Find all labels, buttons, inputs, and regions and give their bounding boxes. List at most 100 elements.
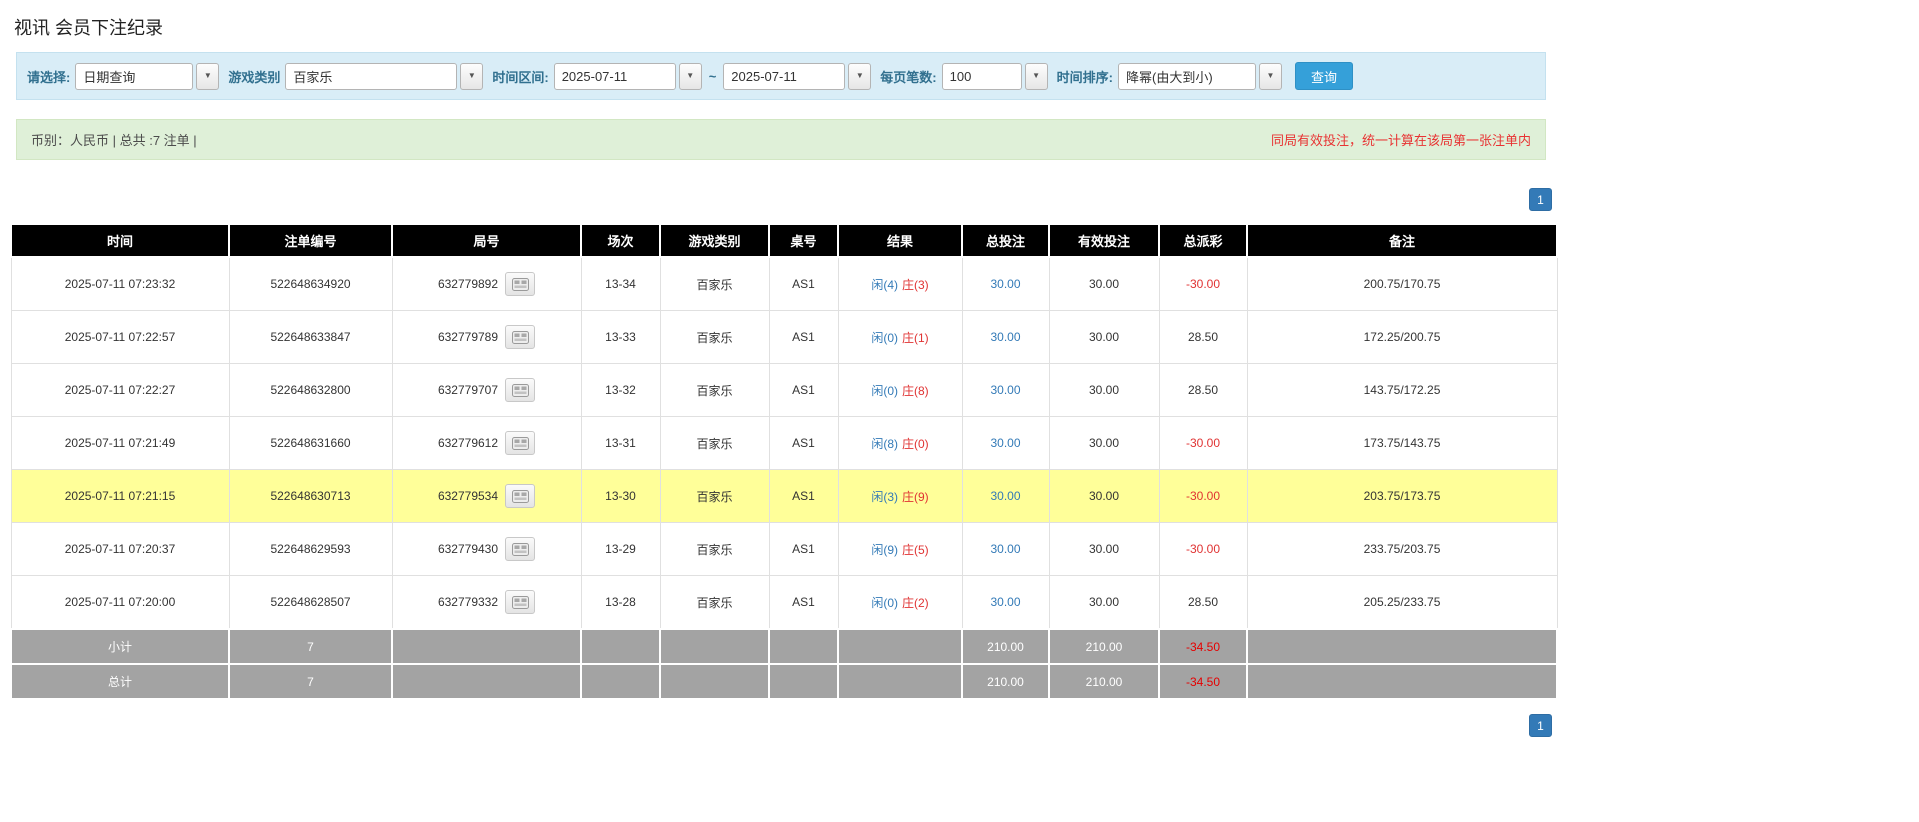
cell-table-no: AS1	[769, 311, 838, 364]
total-bet-link[interactable]: 30.00	[990, 383, 1020, 397]
cell-round: 632779332	[392, 576, 581, 630]
table-row: 2025-07-11 07:20:00 522648628507 6327793…	[11, 576, 1557, 630]
summary-cell: 210.00	[1049, 664, 1159, 699]
column-header: 时间	[11, 224, 229, 257]
filter-group-query-type: 请选择: ▼	[27, 63, 219, 90]
round-number: 632779332	[438, 595, 498, 609]
summary-cell: 7	[229, 629, 392, 664]
cell-table-no: AS1	[769, 257, 838, 311]
cell-valid-bet: 30.00	[1049, 576, 1159, 630]
cell-bet-id: 522648631660	[229, 417, 392, 470]
cell-session: 13-32	[581, 364, 660, 417]
date-from-dropdown-button[interactable]: ▼	[679, 63, 702, 90]
page-size-combo: ▼	[942, 63, 1048, 90]
filter-group-sort: 时间排序: ▼	[1057, 63, 1282, 90]
date-from-input[interactable]	[554, 63, 676, 90]
cell-result: 闲(0)庄(1)	[838, 311, 962, 364]
summary-cell: 7	[229, 664, 392, 699]
result-banker: 庄(9)	[902, 490, 929, 504]
sort-order-input[interactable]	[1118, 63, 1256, 90]
pagination-bottom: 1	[10, 714, 1552, 737]
video-replay-icon	[512, 490, 529, 503]
page-size-label: 每页笔数:	[880, 67, 936, 86]
summary-cell	[660, 629, 769, 664]
summary-cell: 210.00	[962, 664, 1049, 699]
cell-session: 13-29	[581, 523, 660, 576]
page-number-button[interactable]: 1	[1529, 714, 1552, 737]
summary-cell	[838, 664, 962, 699]
cell-total-bet: 30.00	[962, 523, 1049, 576]
view-round-replay-button[interactable]	[505, 537, 535, 561]
cell-payout: -30.00	[1159, 523, 1247, 576]
cell-session: 13-31	[581, 417, 660, 470]
total-bet-link[interactable]: 30.00	[990, 436, 1020, 450]
query-type-input[interactable]	[75, 63, 193, 90]
view-round-replay-button[interactable]	[505, 272, 535, 296]
result-player: 闲(0)	[871, 384, 898, 398]
date-to-dropdown-button[interactable]: ▼	[848, 63, 871, 90]
query-type-combo: ▼	[75, 63, 219, 90]
total-bet-link[interactable]: 30.00	[990, 489, 1020, 503]
total-bet-link[interactable]: 30.00	[990, 542, 1020, 556]
currency-summary-text: 币别：人民币 | 总共 :7 注单 |	[31, 130, 197, 149]
search-button[interactable]: 查询	[1295, 62, 1353, 90]
table-row: 2025-07-11 07:21:15 522648630713 6327795…	[11, 470, 1557, 523]
game-type-dropdown-button[interactable]: ▼	[460, 63, 483, 90]
query-type-dropdown-button[interactable]: ▼	[196, 63, 219, 90]
summary-cell	[392, 629, 581, 664]
view-round-replay-button[interactable]	[505, 431, 535, 455]
cell-time: 2025-07-11 07:22:27	[11, 364, 229, 417]
cell-game-type: 百家乐	[660, 576, 769, 630]
table-row: 2025-07-11 07:21:49 522648631660 6327796…	[11, 417, 1557, 470]
result-banker: 庄(0)	[902, 437, 929, 451]
game-type-label: 游戏类别	[228, 67, 280, 86]
summary-cell: 210.00	[962, 629, 1049, 664]
total-bet-link[interactable]: 30.00	[990, 595, 1020, 609]
cell-total-bet: 30.00	[962, 417, 1049, 470]
column-header: 场次	[581, 224, 660, 257]
sort-order-dropdown-button[interactable]: ▼	[1259, 63, 1282, 90]
view-round-replay-button[interactable]	[505, 325, 535, 349]
view-round-replay-button[interactable]	[505, 484, 535, 508]
page-number-button[interactable]: 1	[1529, 188, 1552, 211]
total-bet-link[interactable]: 30.00	[990, 330, 1020, 344]
cell-valid-bet: 30.00	[1049, 311, 1159, 364]
round-number: 632779612	[438, 436, 498, 450]
view-round-replay-button[interactable]	[505, 378, 535, 402]
view-round-replay-button[interactable]	[505, 590, 535, 614]
table-row: 2025-07-11 07:20:37 522648629593 6327794…	[11, 523, 1557, 576]
table-row: 2025-07-11 07:22:57 522648633847 6327797…	[11, 311, 1557, 364]
cell-round: 632779892	[392, 257, 581, 311]
result-player: 闲(0)	[871, 596, 898, 610]
cell-bet-id: 522648629593	[229, 523, 392, 576]
date-to-input[interactable]	[723, 63, 845, 90]
game-type-input[interactable]	[285, 63, 457, 90]
cell-payout: 28.50	[1159, 311, 1247, 364]
total-bet-link[interactable]: 30.00	[990, 277, 1020, 291]
cell-game-type: 百家乐	[660, 311, 769, 364]
bet-records-table: 时间注单编号局号场次游戏类别桌号结果总投注有效投注总派彩备注 2025-07-1…	[10, 223, 1558, 700]
cell-note: 205.25/233.75	[1247, 576, 1557, 630]
subtotal-row: 小计7210.00210.00-34.50	[11, 629, 1557, 664]
date-from-combo: ▼	[554, 63, 702, 90]
page-size-dropdown-button[interactable]: ▼	[1025, 63, 1048, 90]
cell-session: 13-33	[581, 311, 660, 364]
sort-order-label: 时间排序:	[1057, 67, 1113, 86]
filter-group-game-type: 游戏类别 ▼	[228, 63, 483, 90]
cell-payout: -30.00	[1159, 470, 1247, 523]
cell-valid-bet: 30.00	[1049, 470, 1159, 523]
summary-cell: -34.50	[1159, 664, 1247, 699]
chevron-down-icon: ▼	[1267, 72, 1275, 80]
pagination-top: 1	[10, 188, 1552, 211]
cell-note: 173.75/143.75	[1247, 417, 1557, 470]
page-size-input[interactable]	[942, 63, 1022, 90]
cell-total-bet: 30.00	[962, 257, 1049, 311]
column-header: 游戏类别	[660, 224, 769, 257]
summary-cell	[769, 629, 838, 664]
cell-game-type: 百家乐	[660, 470, 769, 523]
cell-result: 闲(0)庄(2)	[838, 576, 962, 630]
table-body: 2025-07-11 07:23:32 522648634920 6327798…	[11, 257, 1557, 699]
cell-result: 闲(8)庄(0)	[838, 417, 962, 470]
video-replay-icon	[512, 437, 529, 450]
round-number: 632779534	[438, 489, 498, 503]
